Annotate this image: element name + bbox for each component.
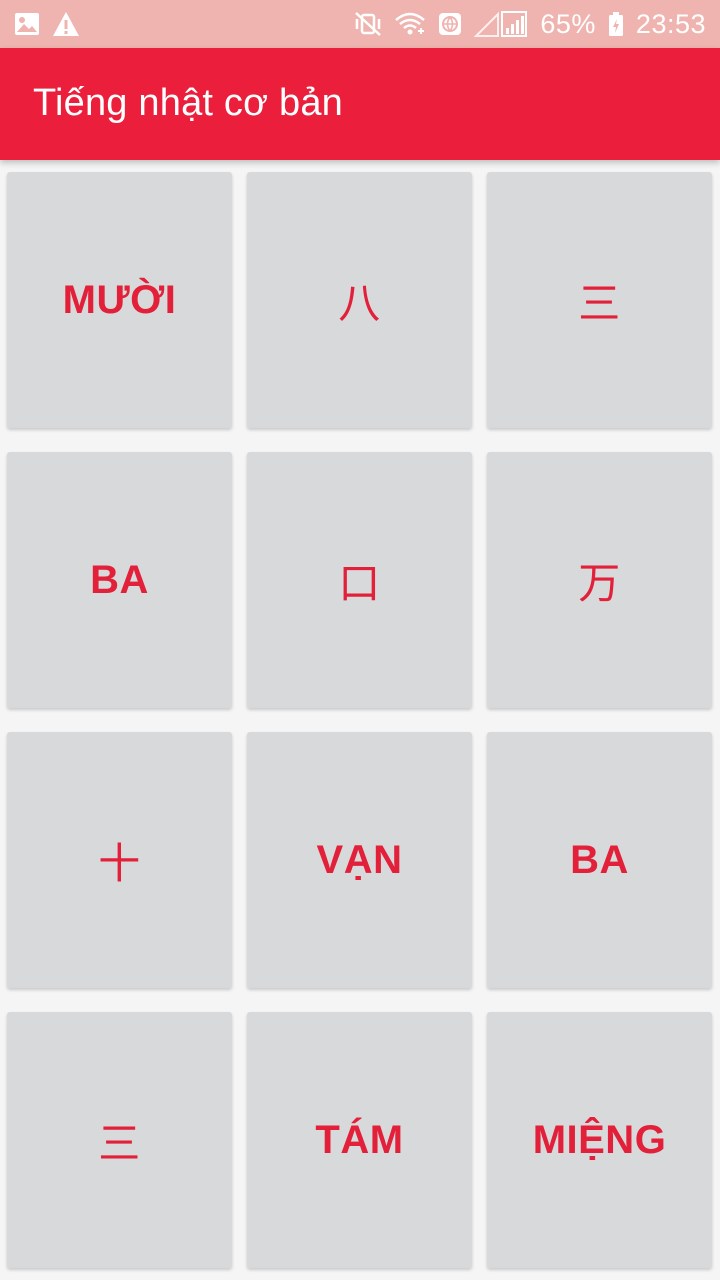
- tile[interactable]: MIỆNG: [487, 1012, 712, 1268]
- status-time: 23:53: [635, 8, 706, 39]
- tile[interactable]: VẠN: [247, 732, 472, 988]
- app-title: Tiếng nhật cơ bản: [33, 82, 343, 124]
- tile-label: 口: [338, 558, 381, 608]
- tile-label: TÁM: [315, 1117, 404, 1162]
- tile[interactable]: 十: [7, 732, 232, 988]
- status-left-group: [14, 11, 80, 37]
- status-bar: 65% 23:53: [0, 0, 720, 48]
- tile-label: 万: [578, 558, 621, 608]
- tile[interactable]: MƯỜI: [7, 172, 232, 428]
- tile-label: 十: [98, 838, 141, 888]
- tile-label: 三: [578, 278, 621, 328]
- tile[interactable]: 三: [487, 172, 712, 428]
- vpn-globe-icon: [438, 12, 462, 36]
- warning-icon: [52, 11, 80, 37]
- battery-icon: [608, 11, 624, 37]
- tile[interactable]: 八: [247, 172, 472, 428]
- tile[interactable]: BA: [487, 732, 712, 988]
- tile-label: MƯỜI: [62, 277, 177, 322]
- tile[interactable]: 万: [487, 452, 712, 708]
- app-bar: Tiếng nhật cơ bản: [0, 48, 720, 160]
- battery-percent: 65%: [540, 8, 596, 39]
- tile-label: BA: [90, 557, 149, 602]
- tile[interactable]: 三: [7, 1012, 232, 1268]
- tile[interactable]: TÁM: [247, 1012, 472, 1268]
- tile-label: 八: [338, 278, 381, 328]
- mute-vibrate-icon: [354, 11, 382, 37]
- signal-icon: [474, 10, 528, 38]
- wifi-icon: [394, 11, 426, 37]
- tile-label: MIỆNG: [532, 1117, 667, 1162]
- tile-label: VẠN: [316, 837, 403, 882]
- tile[interactable]: 口: [247, 452, 472, 708]
- image-icon: [14, 12, 40, 36]
- tile-label: 三: [98, 1118, 141, 1168]
- tile[interactable]: BA: [7, 452, 232, 708]
- tile-label: BA: [570, 837, 629, 882]
- status-right-group: 65% 23:53: [354, 9, 706, 40]
- tile-grid: MƯỜI 八 三 BA 口 万 十 VẠN BA 三 TÁM MIỆNG: [7, 172, 713, 1268]
